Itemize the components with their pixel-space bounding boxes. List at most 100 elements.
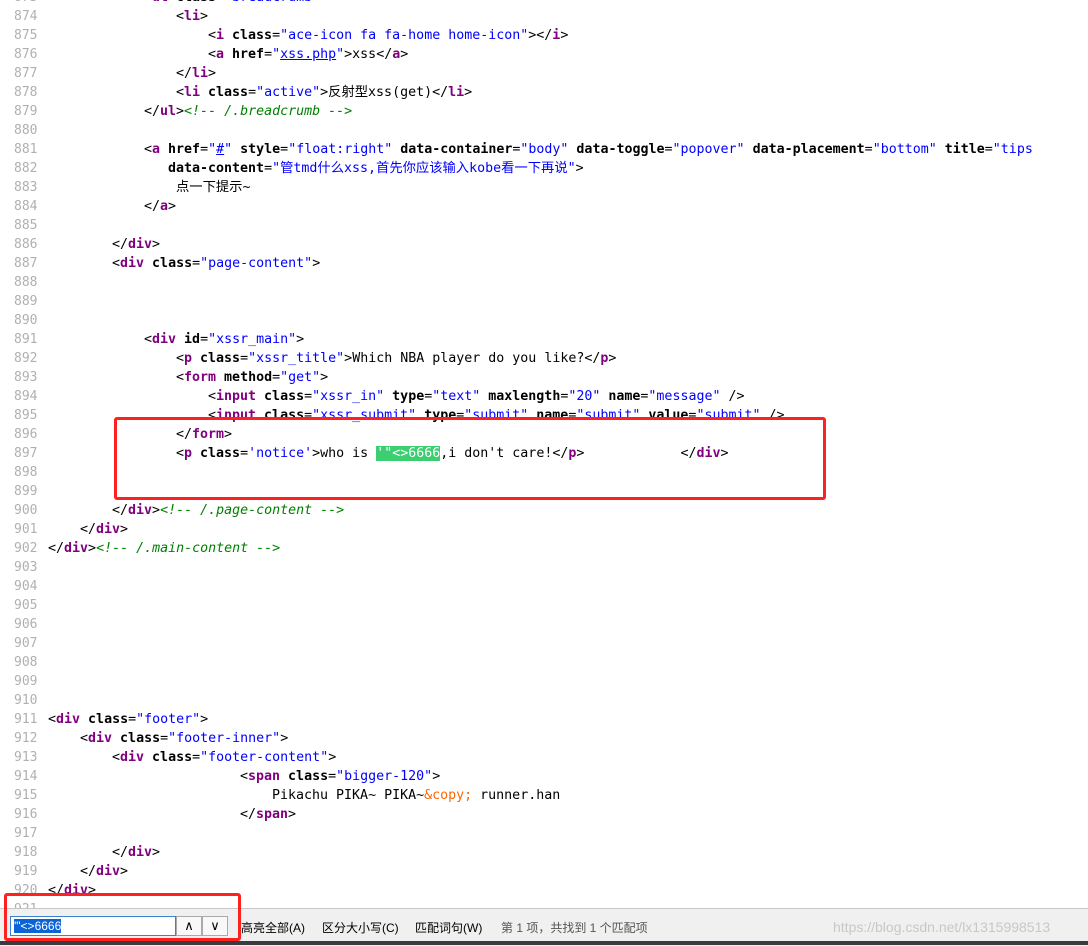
code-token: "page-content" <box>200 256 313 271</box>
code-token: 点一下提示~ <box>176 180 251 195</box>
code-token: = <box>248 85 257 100</box>
code-token: > <box>312 256 321 271</box>
whole-words-toggle[interactable]: 匹配词句(W) <box>415 919 482 936</box>
code-text: <ul class="breadcrumb"> <box>144 0 328 7</box>
code-token: class <box>168 0 216 5</box>
code-line: 884 </a> <box>0 197 1088 216</box>
code-token: <!-- /.main-content --> <box>96 541 281 556</box>
code-line: 881 <a href="#" style="float:right" data-… <box>0 140 1088 159</box>
code-token: href <box>224 47 265 62</box>
code-token: "tips <box>992 142 1033 157</box>
line-number: 914 <box>14 769 38 784</box>
code-token: div <box>120 256 145 271</box>
code-token: a <box>152 142 161 157</box>
code-token: > <box>168 199 177 214</box>
line-number: 894 <box>14 389 38 404</box>
code-token: div <box>128 237 153 252</box>
code-token: name <box>600 389 641 404</box>
line-number: 893 <box>14 370 38 385</box>
code-token: "bigger-120" <box>336 769 433 784</box>
line-number: 913 <box>14 750 38 765</box>
code-token: div <box>152 332 177 347</box>
code-line: 916 </span> <box>0 805 1088 824</box>
line-number: 896 <box>14 427 38 442</box>
line-number: 890 <box>14 313 38 328</box>
code-token: "active" <box>256 85 321 100</box>
line-number: 900 <box>14 503 38 518</box>
line-number: 911 <box>14 712 38 727</box>
code-token: span <box>248 769 281 784</box>
code-line: 879 </ul><!-- /.breadcrumb --> <box>0 102 1088 121</box>
code-token: li <box>192 66 209 81</box>
code-text: <div class="footer-content"> <box>112 748 336 767</box>
line-number: 886 <box>14 237 38 252</box>
code-text: </div> <box>80 862 128 881</box>
code-token[interactable]: # <box>216 142 224 157</box>
code-text: <input class="xssr_in" type="text" maxle… <box>208 387 745 406</box>
code-token: runner.han <box>472 788 561 803</box>
line-number: 906 <box>14 617 38 632</box>
line-number: 882 <box>14 161 38 176</box>
code-token: > <box>608 351 617 366</box>
code-token: < <box>208 389 217 404</box>
line-number: 883 <box>14 180 38 195</box>
code-line: 880 <box>0 121 1088 140</box>
code-line: 909 <box>0 672 1088 691</box>
code-text: <form method="get"> <box>176 368 328 387</box>
code-token: type <box>384 389 425 404</box>
code-token: input <box>216 389 257 404</box>
code-line: 918 </div> <box>0 843 1088 862</box>
line-number: 878 <box>14 85 38 100</box>
code-token: > <box>288 807 297 822</box>
code-token: > <box>200 712 209 727</box>
code-token: "管tmd什么xss,首先你应该输入kobe看一下再说" <box>272 161 576 176</box>
code-token: > <box>560 28 569 43</box>
code-token: title <box>936 142 985 157</box>
code-token: "footer" <box>136 712 201 727</box>
code-token: = <box>264 47 273 62</box>
code-token: href <box>160 142 201 157</box>
code-token: "footer-inner" <box>168 731 281 746</box>
code-text: <div class="footer-inner"> <box>80 729 288 748</box>
code-token[interactable]: xss.php <box>280 47 336 62</box>
code-token: li <box>448 85 465 100</box>
match-case-toggle[interactable]: 区分大小写(C) <box>322 919 399 936</box>
code-token: div <box>56 712 81 727</box>
line-number: 908 <box>14 655 38 670</box>
code-token: li <box>184 85 201 100</box>
code-line: 903 <box>0 558 1088 577</box>
code-token: </ <box>144 199 161 214</box>
code-text: </div><!-- /.main-content --> <box>48 539 280 558</box>
line-number: 897 <box>14 446 38 461</box>
code-token: > <box>208 66 217 81</box>
code-line: 906 <box>0 615 1088 634</box>
code-line: 875 <i class="ace-icon fa fa-home home-ic… <box>0 26 1088 45</box>
code-token: = <box>216 0 224 5</box>
line-number: 879 <box>14 104 38 119</box>
code-token: > <box>464 85 473 100</box>
code-token: = <box>128 712 137 727</box>
code-token: < <box>176 85 185 100</box>
code-token: style <box>232 142 281 157</box>
code-token: = <box>984 142 993 157</box>
code-token: Pikachu PIKA~ PIKA~ <box>272 788 425 803</box>
code-token: </ <box>80 522 97 537</box>
code-line: 887 <div class="page-content"> <box>0 254 1088 273</box>
code-line: 915 Pikachu PIKA~ PIKA~&copy; runner.han <box>0 786 1088 805</box>
annotation-box-result <box>114 417 826 500</box>
line-number: 875 <box>14 28 38 43</box>
code-token: </ <box>80 864 97 879</box>
code-line: 908 <box>0 653 1088 672</box>
code-token: < <box>112 750 121 765</box>
code-token: > <box>152 503 161 518</box>
code-line: 910 <box>0 691 1088 710</box>
code-token: = <box>304 389 313 404</box>
code-token: 反射型xss(get) <box>328 85 433 100</box>
code-line: 900 </div><!-- /.page-content --> <box>0 501 1088 520</box>
code-token: /> <box>720 389 745 404</box>
code-text: <div id="xssr_main"> <box>144 330 304 349</box>
code-token: ></ <box>528 28 553 43</box>
code-token: > <box>296 332 305 347</box>
code-token: data-container <box>392 142 513 157</box>
highlight-all-toggle[interactable]: 高亮全部(A) <box>241 919 305 936</box>
